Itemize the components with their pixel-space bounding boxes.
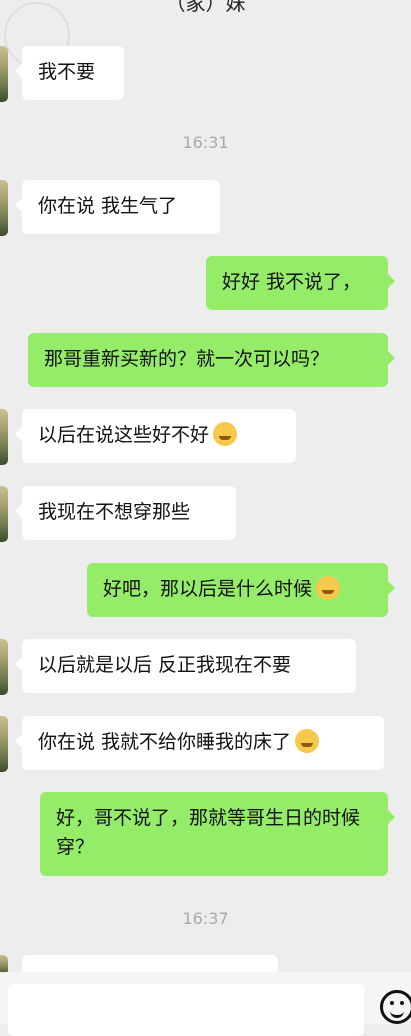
message-bubble-left[interactable]: 我不要	[15, 46, 124, 100]
message-text: 好吧，那以后是什么时候	[103, 578, 313, 600]
message-text: 你在说 我生气了	[38, 195, 178, 217]
message-text: 以后就是以后 反正我现在不要	[38, 654, 292, 676]
message-bubble-left[interactable]: 我现在不想穿那些	[15, 486, 236, 540]
message-text: 那哥重新买新的？就一次可以吗？	[44, 348, 330, 370]
message-bubble-right[interactable]: 好，哥不说了，那就等哥生日的时候穿？	[40, 792, 395, 876]
timestamp: 16:31	[182, 133, 229, 152]
timestamp: 16:37	[182, 909, 229, 928]
thinking-face-icon	[295, 729, 320, 753]
message-bubble-right[interactable]: 好好 我不说了，	[206, 256, 395, 310]
message-text: 你在说 我就不给你睡我的床了	[38, 731, 292, 753]
smile-icon-eye-left	[390, 1001, 394, 1005]
message-text: 以后在说这些好不好	[38, 424, 210, 446]
input-bar	[0, 972, 411, 1036]
smile-icon-eye-right	[400, 1001, 404, 1005]
message-bubble-left[interactable]: 以后在说这些好不好	[15, 409, 296, 463]
message-text: 好，哥不说了，那就等哥生日的时候穿？	[56, 807, 361, 858]
message-bubble-right[interactable]: 好吧，那以后是什么时候	[87, 563, 395, 617]
contact-avatar[interactable]	[0, 409, 8, 465]
smile-icon[interactable]	[380, 990, 411, 1024]
contact-name: （家）妹	[165, 0, 246, 15]
message-text: 好好 我不说了，	[222, 271, 362, 293]
contact-avatar[interactable]	[0, 716, 8, 772]
message-text: 我现在不想穿那些	[38, 501, 191, 523]
smile-icon-mouth	[390, 1008, 404, 1018]
message-text: 我不要	[38, 61, 96, 83]
contact-avatar[interactable]	[0, 639, 8, 695]
message-input[interactable]	[8, 984, 364, 1036]
contact-avatar[interactable]	[0, 180, 8, 236]
pleading-face-icon	[213, 422, 238, 446]
contact-avatar[interactable]	[0, 486, 8, 542]
message-bubble-left[interactable]: 你在说 我生气了	[15, 180, 220, 234]
message-bubble-left[interactable]: 以后就是以后 反正我现在不要	[15, 639, 356, 693]
contact-avatar[interactable]	[0, 46, 8, 102]
grinning-face-icon	[316, 576, 341, 600]
message-bubble-left[interactable]: 你在说 我就不给你睡我的床了	[15, 716, 384, 770]
message-bubble-right[interactable]: 那哥重新买新的？就一次可以吗？	[28, 333, 395, 387]
